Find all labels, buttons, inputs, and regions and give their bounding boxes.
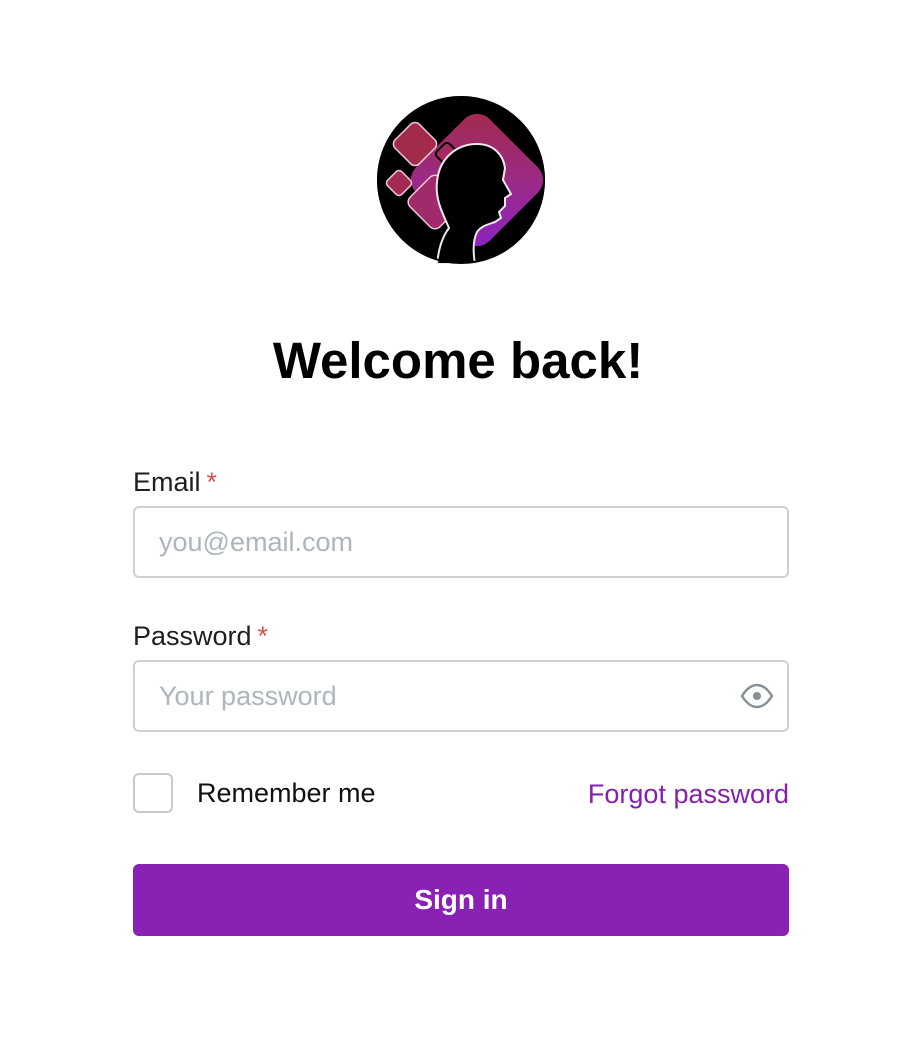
email-required-mark: * <box>206 467 218 497</box>
email-field-wrapper <box>133 506 789 578</box>
login-form: Email* Password* Remember me Forgot pass… <box>133 464 789 936</box>
app-logo <box>377 96 545 264</box>
forgot-password-link[interactable]: Forgot password <box>588 776 789 812</box>
form-options-row: Remember me Forgot password <box>133 772 789 814</box>
login-page: Welcome back! Email* Password* Remember … <box>0 0 916 1040</box>
remember-me-checkbox[interactable] <box>133 773 173 813</box>
sign-in-button[interactable]: Sign in <box>133 864 789 936</box>
remember-me-label[interactable]: Remember me <box>197 775 376 811</box>
eye-icon[interactable] <box>739 678 775 714</box>
password-label: Password * <box>133 618 789 654</box>
password-label-text: Password <box>133 621 252 651</box>
password-input[interactable] <box>133 660 789 732</box>
page-title: Welcome back! <box>272 332 644 389</box>
email-label-text: Email <box>133 467 201 497</box>
email-input[interactable] <box>133 506 789 578</box>
head-with-squares-logo <box>377 96 545 264</box>
password-required-mark: * <box>257 621 269 651</box>
password-field-wrapper <box>133 660 789 732</box>
email-label: Email * <box>133 464 789 500</box>
